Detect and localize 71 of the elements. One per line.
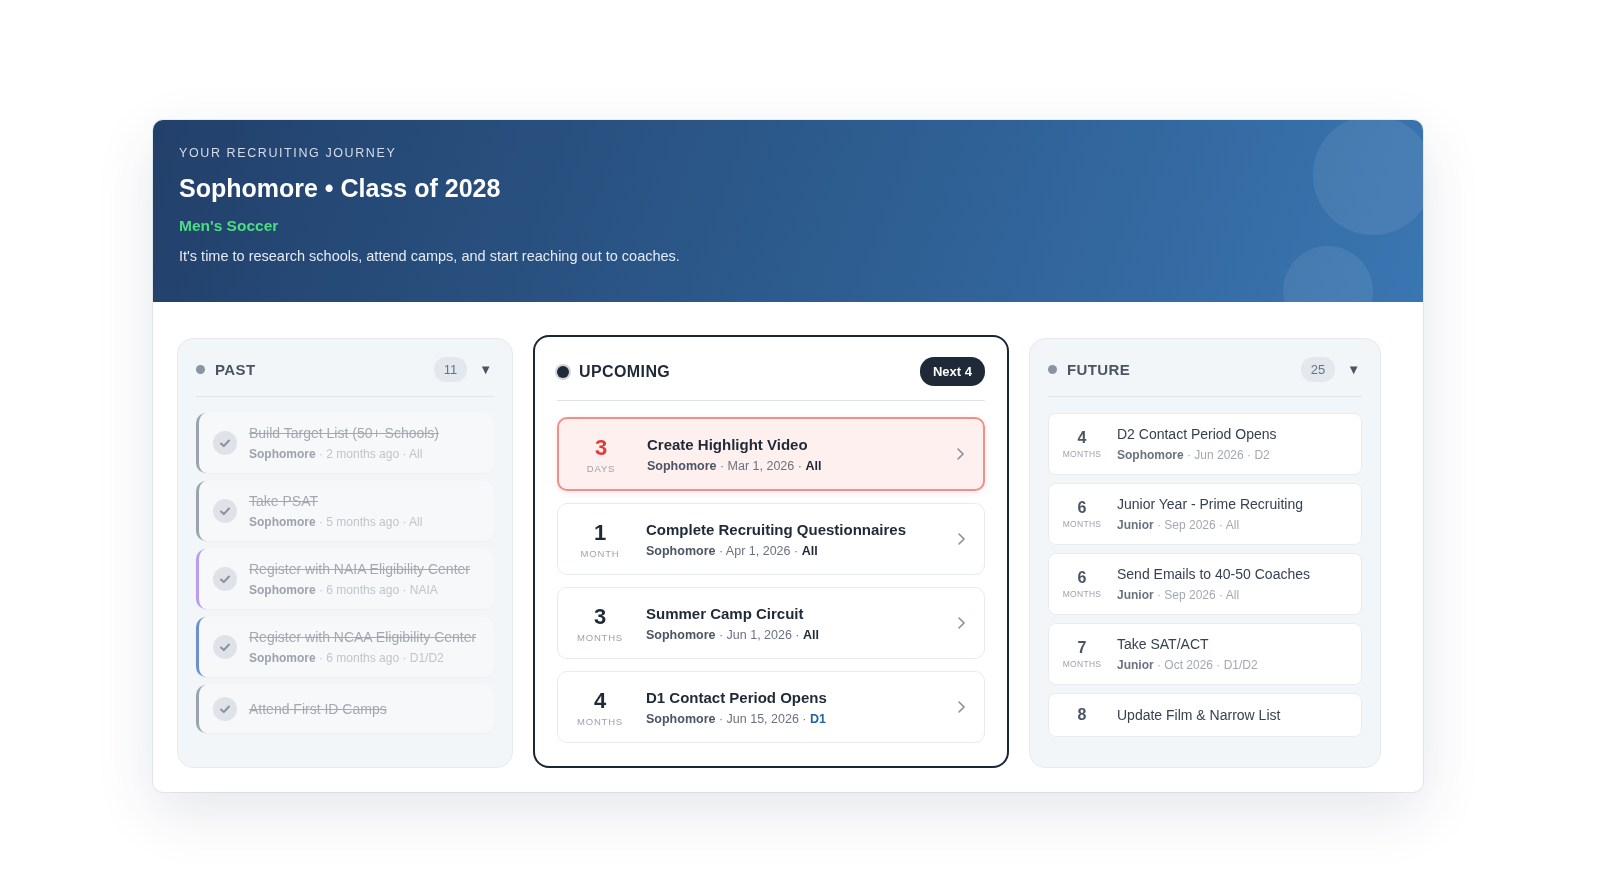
upcoming-task[interactable]: 1 MONTH Complete Recruiting Questionnaires Sophomore · Apr 1, 2026 · All: [557, 503, 985, 575]
task-title: D1 Contact Period Opens: [646, 688, 828, 706]
next-badge: Next 4: [919, 357, 985, 386]
task-title: Junior Year - Prime Recruiting: [1117, 496, 1304, 512]
countdown-number: 4: [1076, 429, 1088, 447]
countdown-unit: DAYS: [585, 462, 617, 474]
countdown-number: 7: [1076, 639, 1088, 657]
status-dot-icon: [196, 365, 205, 374]
task-title: Attend First ID Camps: [249, 701, 387, 717]
upcoming-task[interactable]: 3 DAYS Create Highlight Video Sophomore · Mar 1, 2026 · All: [557, 417, 985, 491]
task-title: Take SAT/ACT: [1117, 636, 1210, 652]
future-task[interactable]: 6 MONTHS Send Emails to 40-50 Coaches Junior · Sep 2026 · All: [1048, 553, 1362, 615]
chevron-right-icon: [956, 616, 966, 630]
chevron-right-icon: [956, 700, 966, 714]
division-label: All: [801, 543, 818, 558]
countdown-unit: MONTHS: [1061, 519, 1103, 529]
column-title: PAST: [215, 361, 257, 378]
upcoming-task[interactable]: 3 MONTHS Summer Camp Circuit Sophomore · Jun 1, 2026 · All: [557, 587, 985, 659]
countdown-unit: MONTHS: [1061, 449, 1103, 459]
future-task[interactable]: 4 MONTHS D2 Contact Period Opens Sophomore · Jun 2026 · D2: [1048, 413, 1362, 475]
countdown-unit: MONTH: [579, 547, 621, 559]
status-dot-icon: [1048, 365, 1057, 374]
countdown-unit: MONTHS: [576, 715, 624, 727]
collapse-toggle[interactable]: ▼: [477, 362, 494, 377]
task-title: Take PSAT: [249, 493, 319, 509]
task-title: Update Film & Narrow List: [1117, 707, 1282, 723]
eyebrow-label: YOUR RECRUITING JOURNEY: [179, 146, 398, 160]
status-dot-icon: [557, 365, 569, 378]
countdown-number: 1: [592, 519, 608, 546]
task-meta: Junior · Sep 2026 · All: [1117, 518, 1241, 532]
count-badge: 25: [1300, 357, 1336, 382]
chevron-right-icon: [955, 447, 965, 461]
division-label: All: [803, 627, 819, 642]
column-title: UPCOMING: [579, 362, 672, 381]
task-meta: Sophomore · Jun 2026 · D2: [1117, 448, 1271, 462]
task-meta: Sophomore · Apr 1, 2026 ·: [646, 543, 799, 558]
countdown-unit: MONTHS: [1061, 589, 1103, 599]
countdown-number: 3: [593, 434, 609, 461]
division-label: D1: [809, 711, 826, 726]
chevron-right-icon: [956, 532, 966, 546]
task-title: D2 Contact Period Opens: [1117, 426, 1278, 442]
countdown-number: 3: [592, 603, 608, 630]
countdown-unit: MONTHS: [576, 631, 624, 643]
collapse-toggle[interactable]: ▼: [1345, 362, 1362, 377]
page-title: Sophomore • Class of 2028: [179, 174, 502, 203]
task-title: Register with NAIA Eligibility Center: [249, 561, 470, 577]
countdown-number: 6: [1076, 569, 1088, 587]
count-badge: 11: [433, 357, 468, 382]
task-title: Summer Camp Circuit: [646, 604, 805, 622]
description-text: It's time to research schools, attend camps, and start reaching out to coaches.: [179, 248, 681, 264]
countdown-unit: MONTHS: [1061, 659, 1103, 669]
countdown-number: 4: [592, 687, 608, 714]
sport-label: Men's Soccer: [179, 217, 280, 235]
task-meta: Sophomore · Jun 1, 2026 ·: [646, 627, 800, 642]
division-label: All: [805, 458, 822, 473]
task-meta: Junior · Sep 2026 · All: [1117, 588, 1241, 602]
task-meta: Sophomore · Mar 1, 2026 ·: [647, 458, 802, 473]
future-task[interactable]: 6 MONTHS Junior Year - Prime Recruiting Junior · Sep 2026 · All: [1048, 483, 1362, 545]
column-title: FUTURE: [1067, 361, 1132, 378]
task-meta: Junior · Oct 2026 · D1/D2: [1117, 658, 1259, 672]
task-title: Send Emails to 40-50 Coaches: [1117, 566, 1311, 582]
task-title: Register with NCAA Eligibility Center: [249, 629, 477, 645]
task-title: Build Target List (50+ Schools): [249, 425, 439, 441]
future-task[interactable]: 7 MONTHS Take SAT/ACT Junior · Oct 2026 · D1/D2: [1048, 623, 1362, 685]
future-task[interactable]: 8 Update Film & Narrow List: [1048, 693, 1362, 737]
countdown-number: 8: [1076, 706, 1088, 724]
task-title: Create Highlight Video: [647, 435, 809, 453]
task-title: Complete Recruiting Questionnaires: [646, 520, 908, 538]
upcoming-task[interactable]: 4 MONTHS D1 Contact Period Opens Sophomore · Jun 15, 2026 · D1: [557, 671, 985, 743]
task-meta: Sophomore · Jun 15, 2026 ·: [646, 711, 807, 726]
countdown-number: 6: [1076, 499, 1088, 517]
